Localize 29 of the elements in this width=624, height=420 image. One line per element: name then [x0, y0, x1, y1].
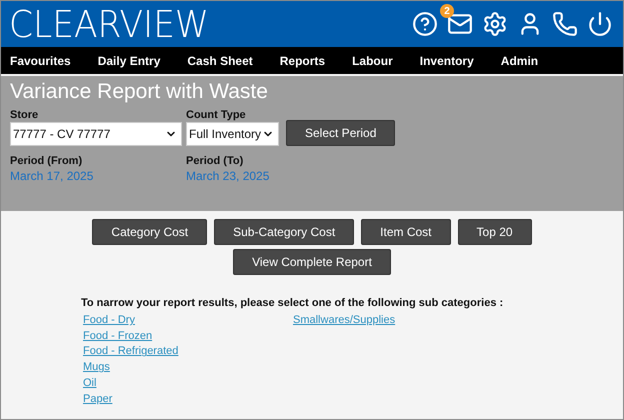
power-icon[interactable] [587, 11, 613, 37]
store-select[interactable]: 77777 - CV 77777 [10, 122, 182, 146]
nav-item[interactable]: Admin [500, 54, 538, 68]
nav-item[interactable]: Reports [280, 54, 326, 68]
report-button[interactable]: Top 20 [458, 219, 532, 245]
select-period-button[interactable]: Select Period [286, 120, 396, 146]
nav-item[interactable]: Favourites [10, 54, 71, 68]
field-label: Count Type [186, 108, 247, 122]
notification-badge: 2 [440, 4, 454, 18]
view-report-button[interactable]: View Complete Report [233, 249, 391, 275]
instruction-text: To narrow your report results, please select one of the following sub categories : [81, 297, 504, 309]
phone-icon[interactable] [552, 11, 578, 37]
nav-item[interactable]: Inventory [420, 54, 474, 68]
help-icon[interactable] [412, 11, 438, 37]
report-button[interactable]: Sub-Category Cost [214, 219, 354, 245]
field-label: Store [10, 108, 40, 122]
date-value: March 17, 2025 [10, 168, 94, 184]
nav-item[interactable]: Daily Entry [98, 54, 160, 68]
count-type-select[interactable]: Full Inventory [186, 122, 279, 146]
date-value: March 23, 2025 [186, 168, 270, 184]
settings-icon[interactable] [482, 11, 508, 37]
page-title: Variance Report with Waste [10, 80, 269, 104]
nav-item[interactable]: Labour [352, 54, 393, 68]
report-button[interactable]: Item Cost [361, 219, 451, 245]
nav-item[interactable]: Cash Sheet [187, 54, 253, 68]
field-label: Period (To) [186, 154, 244, 168]
report-button[interactable]: Category Cost [92, 219, 208, 245]
logo: CLEARVIEW [9, 2, 209, 46]
field-label: Period (From) [10, 154, 84, 168]
